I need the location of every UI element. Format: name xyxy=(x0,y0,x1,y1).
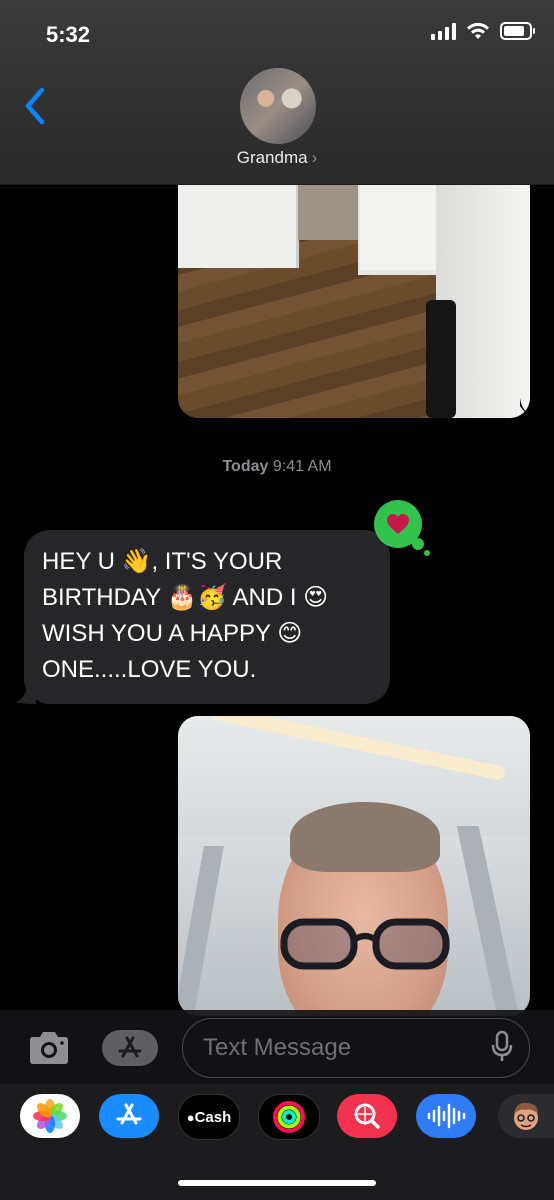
audio-message-icon xyxy=(427,1103,466,1129)
images-search-icon xyxy=(354,1103,380,1129)
cellular-signal-icon xyxy=(431,22,456,40)
images-search-app-button[interactable] xyxy=(337,1094,397,1138)
contact-chevron-icon: › xyxy=(311,148,318,167)
apple-cash-icon: ●Cash xyxy=(186,1108,232,1126)
incoming-bubble-tail xyxy=(16,682,36,704)
apple-cash-app-button[interactable]: ●Cash xyxy=(178,1094,240,1140)
wifi-icon xyxy=(467,22,489,39)
back-chevron-icon[interactable] xyxy=(22,86,52,126)
activity-app-button[interactable] xyxy=(258,1094,320,1140)
message-timestamp: Today 9:41 AM xyxy=(0,458,554,476)
timestamp-time: 9:41 AM xyxy=(272,458,332,475)
memoji-icon xyxy=(514,1102,538,1130)
incoming-message-text: HEY U 👋, IT'S YOUR BIRTHDAY 🎂🥳 AND I 😍 W… xyxy=(42,548,329,683)
audio-message-app-button[interactable] xyxy=(416,1094,476,1138)
timestamp-day: Today xyxy=(222,458,269,475)
camera-icon[interactable] xyxy=(26,1030,72,1066)
incoming-message-bubble[interactable]: HEY U 👋, IT'S YOUR BIRTHDAY 🎂🥳 AND I 😍 W… xyxy=(16,530,390,704)
home-indicator[interactable] xyxy=(178,1180,376,1186)
contact-name: Grandma xyxy=(236,148,308,167)
photos-icon xyxy=(33,1099,67,1133)
sent-photo-selfie[interactable] xyxy=(178,716,530,1016)
conversation-header: 5:32 Grandma › xyxy=(0,0,554,185)
heart-icon xyxy=(387,514,409,534)
battery-icon xyxy=(500,22,535,40)
status-time: 5:32 xyxy=(46,22,91,47)
app-store-icon xyxy=(118,1036,142,1058)
message-text-field[interactable] xyxy=(182,1018,530,1078)
apple-cash-label: Cash xyxy=(194,1108,232,1126)
photos-app-button[interactable] xyxy=(20,1094,80,1138)
activity-icon xyxy=(273,1101,305,1133)
app-store-icon xyxy=(116,1103,142,1125)
dictation-mic-icon[interactable] xyxy=(490,1030,514,1064)
sent-bubble-tail xyxy=(520,398,542,418)
status-icons xyxy=(431,22,535,40)
reaction-tail-dot-small xyxy=(424,550,430,556)
contact-avatar[interactable] xyxy=(240,68,316,144)
memoji-app-button[interactable] xyxy=(498,1094,554,1138)
app-store-app-button[interactable] xyxy=(99,1094,159,1138)
sent-photo-hallway[interactable] xyxy=(178,150,530,418)
app-store-drawer-button[interactable] xyxy=(102,1030,158,1066)
composer-bar xyxy=(0,1010,554,1084)
contact-name-button[interactable]: Grandma › xyxy=(0,148,554,168)
reaction-tail-dot xyxy=(412,538,424,550)
